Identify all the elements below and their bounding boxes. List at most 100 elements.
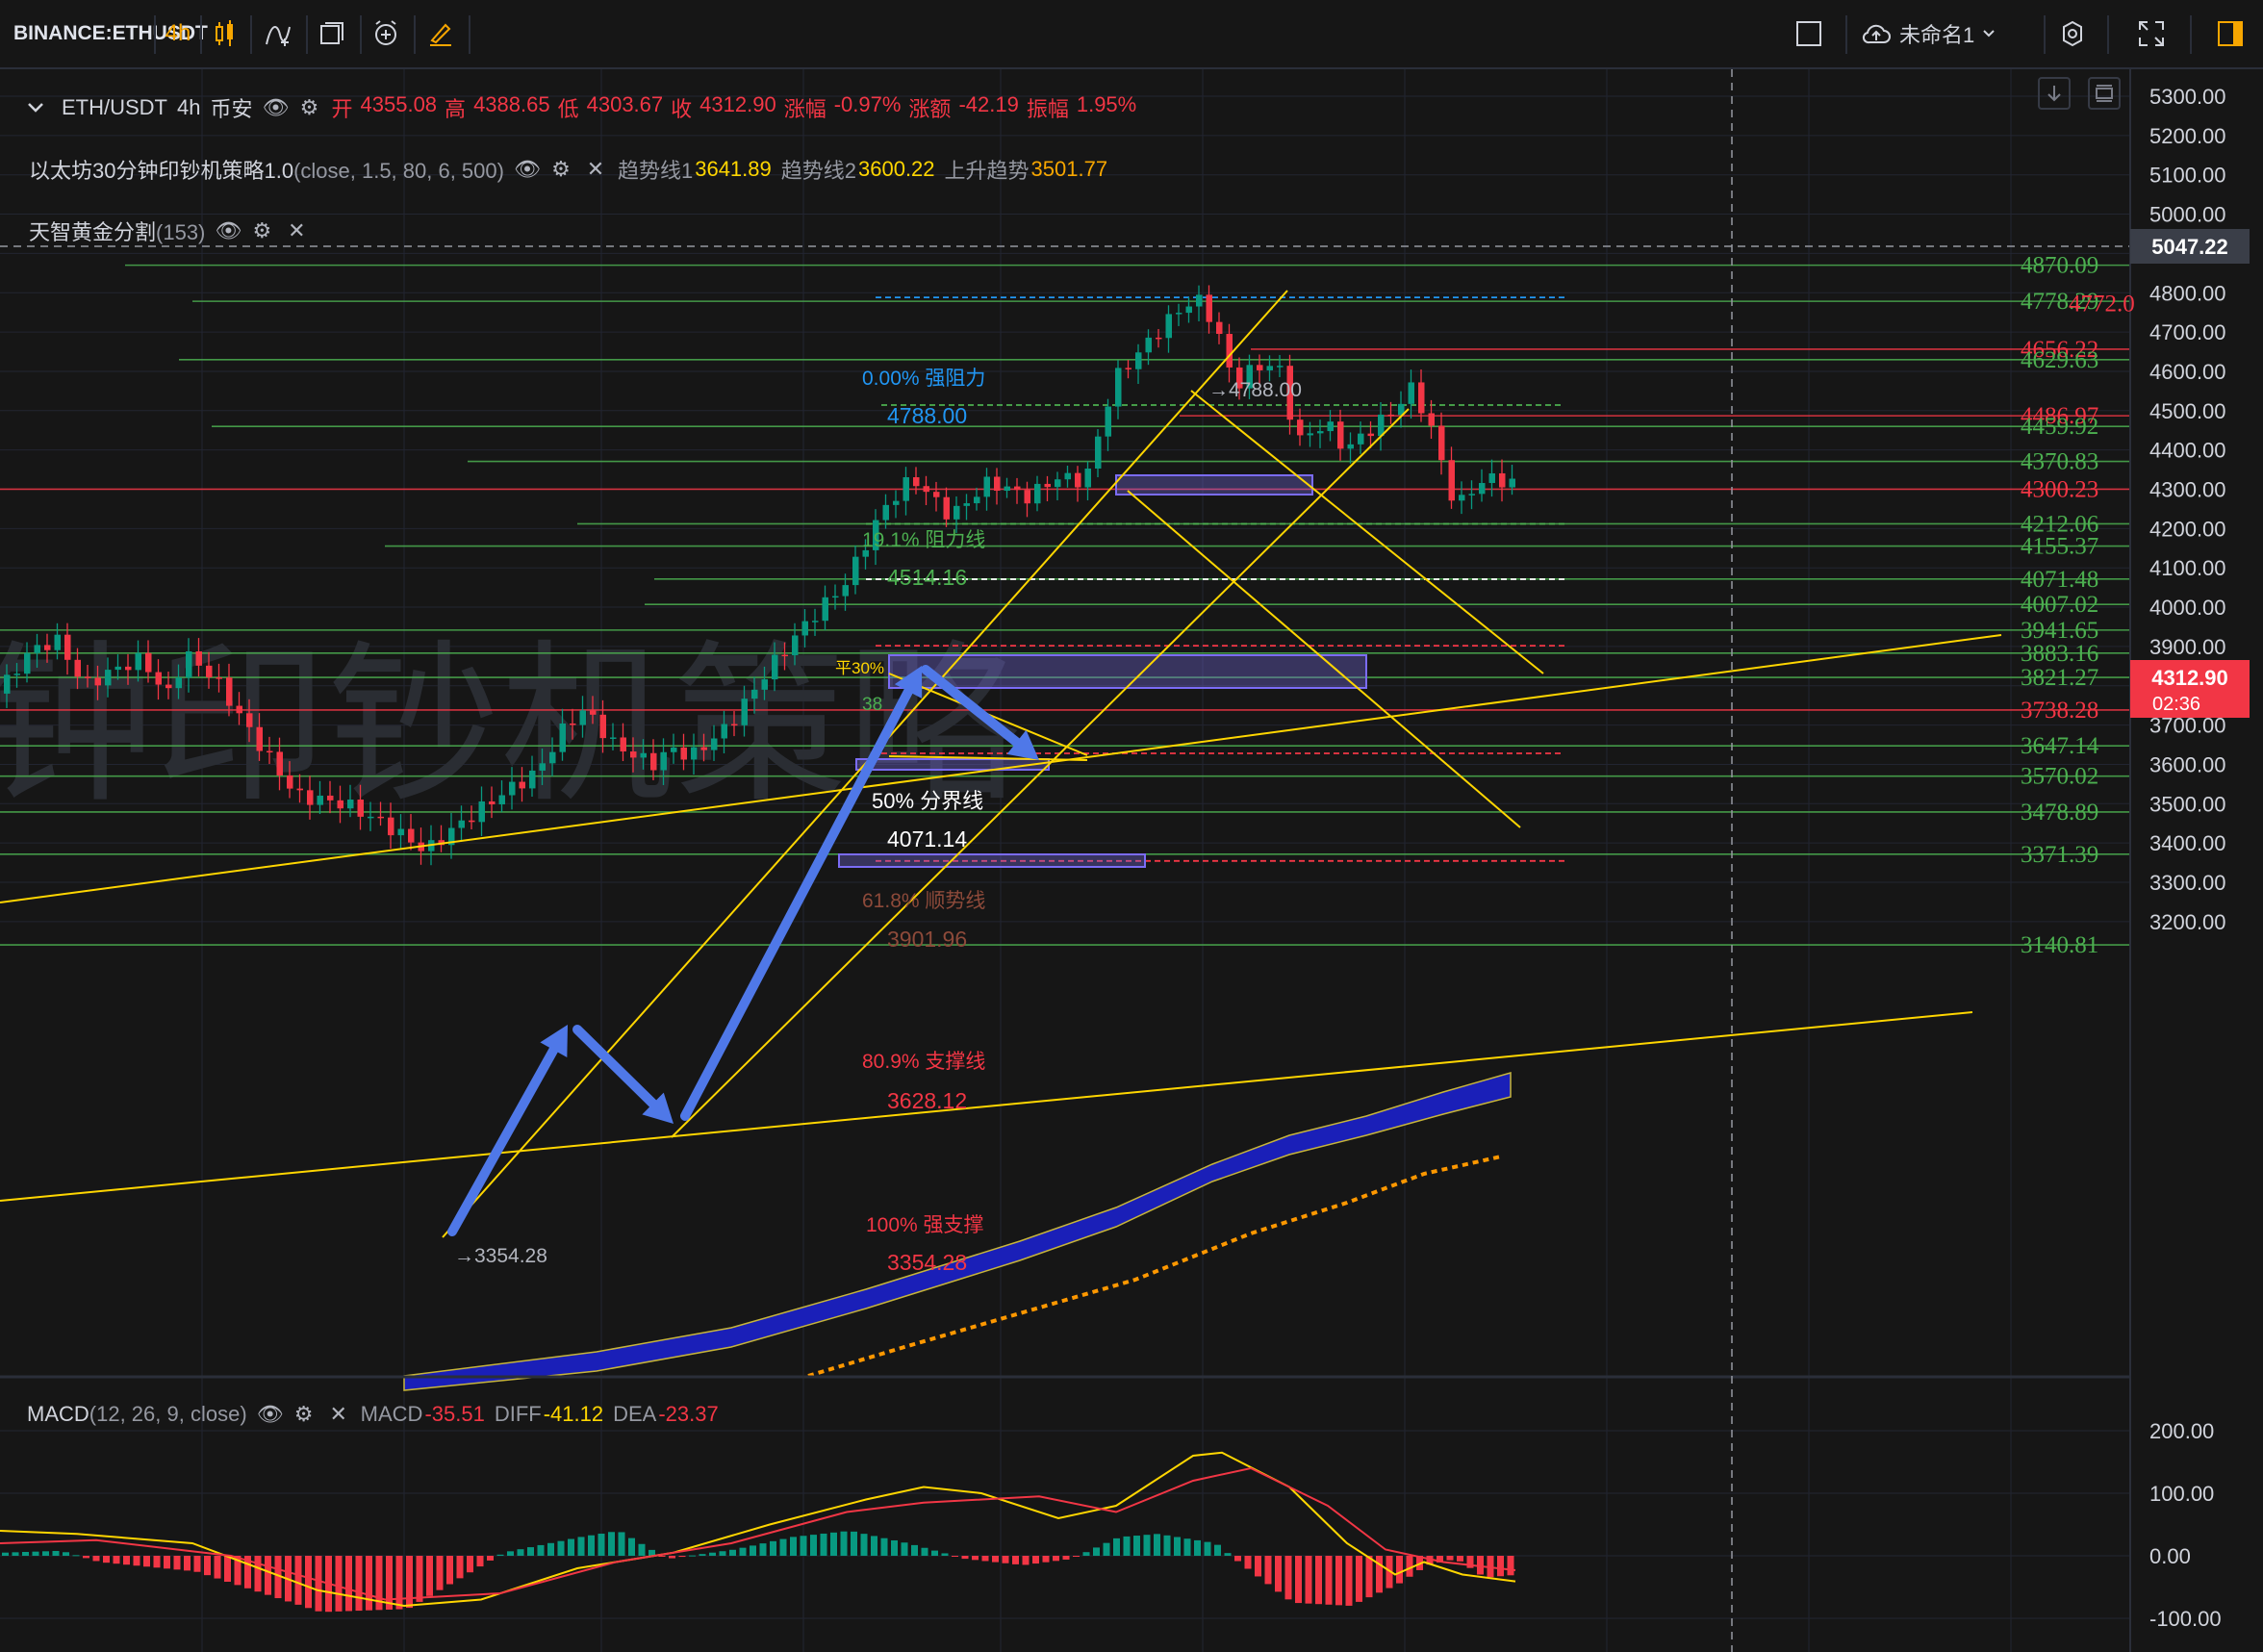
candle-body [13, 674, 20, 675]
candle-body [85, 676, 91, 678]
candle-body [660, 751, 667, 771]
price-axis[interactable] [2130, 69, 2263, 1652]
macd-histogram-bar [800, 1536, 807, 1556]
macd-histogram-bar [1002, 1556, 1009, 1563]
golden-ratio-legend: 天智黄金分割(153) 👁 ⚙ ✕ [29, 216, 309, 246]
fib-0-label: 0.00% 强阻力 [862, 368, 985, 390]
macd-histogram-bar [981, 1556, 989, 1562]
wave-arrow-2-shaft [572, 1025, 658, 1109]
select-mode-button[interactable] [1788, 0, 1830, 67]
macd-histogram-bar [1305, 1556, 1312, 1604]
candle-body [1479, 483, 1486, 495]
close-icon[interactable]: ✕ [326, 1402, 351, 1427]
candle-body [1196, 294, 1203, 307]
diff-label: DIFF [494, 1402, 542, 1426]
level-label: 4459.92 [2021, 414, 2098, 440]
amplitude-value: 1.95% [1076, 92, 1137, 116]
macd-histogram-bar [779, 1538, 787, 1556]
settings-button[interactable] [2051, 0, 2094, 67]
macd-histogram-bar [1113, 1538, 1120, 1556]
gear-icon[interactable]: ⚙ [249, 218, 274, 243]
macd-histogram-bar [476, 1556, 484, 1567]
eye-icon[interactable]: 👁 [257, 1402, 284, 1427]
candle-body [1509, 478, 1515, 488]
candle-body [1367, 433, 1374, 437]
side-panel-button[interactable] [2209, 0, 2251, 67]
macd-value: -35.51 [424, 1402, 485, 1426]
level-label: 4870.09 [2021, 253, 2098, 279]
interval-button[interactable]: 4h [157, 0, 199, 67]
alert-button[interactable] [362, 0, 410, 67]
candle-body [267, 750, 273, 753]
macd-histogram-bar [193, 1556, 201, 1572]
macd-histogram-bar [467, 1556, 473, 1573]
macd-histogram-bar [1183, 1538, 1191, 1556]
gear-icon[interactable]: ⚙ [297, 95, 322, 120]
gear-icon[interactable]: ⚙ [292, 1402, 317, 1427]
level-label: 4300.23 [2021, 476, 2098, 502]
candle-body [963, 503, 970, 506]
fullscreen-button[interactable] [2130, 0, 2173, 67]
price-tick-label: 4300.00 [2149, 478, 2226, 502]
indicators-button[interactable] [254, 0, 302, 67]
layout-save-button[interactable]: 未命名1 [1861, 0, 2015, 67]
candle-body [731, 724, 738, 726]
macd-histogram-bar [315, 1556, 322, 1612]
candle-body [1115, 368, 1122, 407]
level-label: 4071.48 [2021, 567, 2098, 593]
layout-button[interactable] [308, 0, 356, 67]
macd-histogram-bar [123, 1556, 130, 1565]
macd-histogram-bar [1133, 1536, 1140, 1556]
price-tick-label: 4200.00 [2149, 517, 2226, 541]
candle-body [1135, 352, 1142, 369]
candle-body [812, 621, 819, 623]
golden-title: 天智黄金分割 [29, 220, 157, 244]
fib-50-label: 50% 分界线 [872, 789, 983, 813]
macd-histogram-bar [1032, 1556, 1039, 1564]
layout-name: 未命名1 [1899, 23, 1975, 47]
candle-body [923, 486, 929, 493]
macd-histogram-bar [386, 1556, 393, 1610]
macd-histogram-bar [83, 1556, 89, 1559]
maximize-icon [2096, 85, 2113, 102]
macd-histogram-bar [214, 1556, 221, 1579]
maximize-pane-button[interactable] [2088, 77, 2121, 110]
candle-body [246, 713, 253, 727]
candle-body [357, 800, 364, 817]
candle-body [1004, 486, 1010, 492]
gear-icon[interactable]: ⚙ [548, 157, 573, 182]
drawing-button[interactable] [416, 0, 466, 67]
candle-body [1257, 365, 1263, 370]
candle-body [54, 634, 61, 650]
eye-icon[interactable]: 👁 [215, 218, 242, 243]
macd-histogram-bar [921, 1547, 928, 1556]
scroll-down-button[interactable] [2038, 77, 2071, 110]
price-tick-label: 5100.00 [2149, 164, 2226, 188]
candle-body [1216, 321, 1223, 335]
close-icon[interactable]: ✕ [284, 218, 309, 243]
macd-histogram-bar [1244, 1556, 1252, 1569]
macd-histogram-bar [537, 1544, 545, 1556]
chevron-down-icon[interactable] [27, 102, 44, 114]
macd-histogram-bar [42, 1551, 49, 1556]
candle-body [620, 737, 626, 752]
symbol-search-button[interactable]: BINANCE:ETHUSDT [13, 0, 208, 67]
candle-body [327, 795, 334, 801]
candle-body [751, 689, 758, 699]
macd-histogram-bar [1457, 1556, 1463, 1562]
eye-icon[interactable]: 👁 [514, 157, 541, 182]
amplitude-label: 振幅 [1026, 97, 1069, 121]
macd-histogram-bar [568, 1538, 574, 1556]
candle-body [761, 679, 768, 690]
chart-type-button[interactable] [202, 0, 248, 67]
eye-icon[interactable]: 👁 [263, 95, 290, 120]
macd-histogram-bar [658, 1556, 666, 1557]
candle-body [1064, 472, 1071, 480]
candle-body [1438, 425, 1445, 461]
cloud-icon [1862, 24, 1891, 44]
close-icon[interactable]: ✕ [583, 157, 608, 182]
macd-histogram-bar [972, 1556, 979, 1561]
macd-histogram-bar [719, 1551, 726, 1556]
macd-histogram-bar [901, 1542, 908, 1556]
fib-382-label: 38 [862, 695, 882, 715]
